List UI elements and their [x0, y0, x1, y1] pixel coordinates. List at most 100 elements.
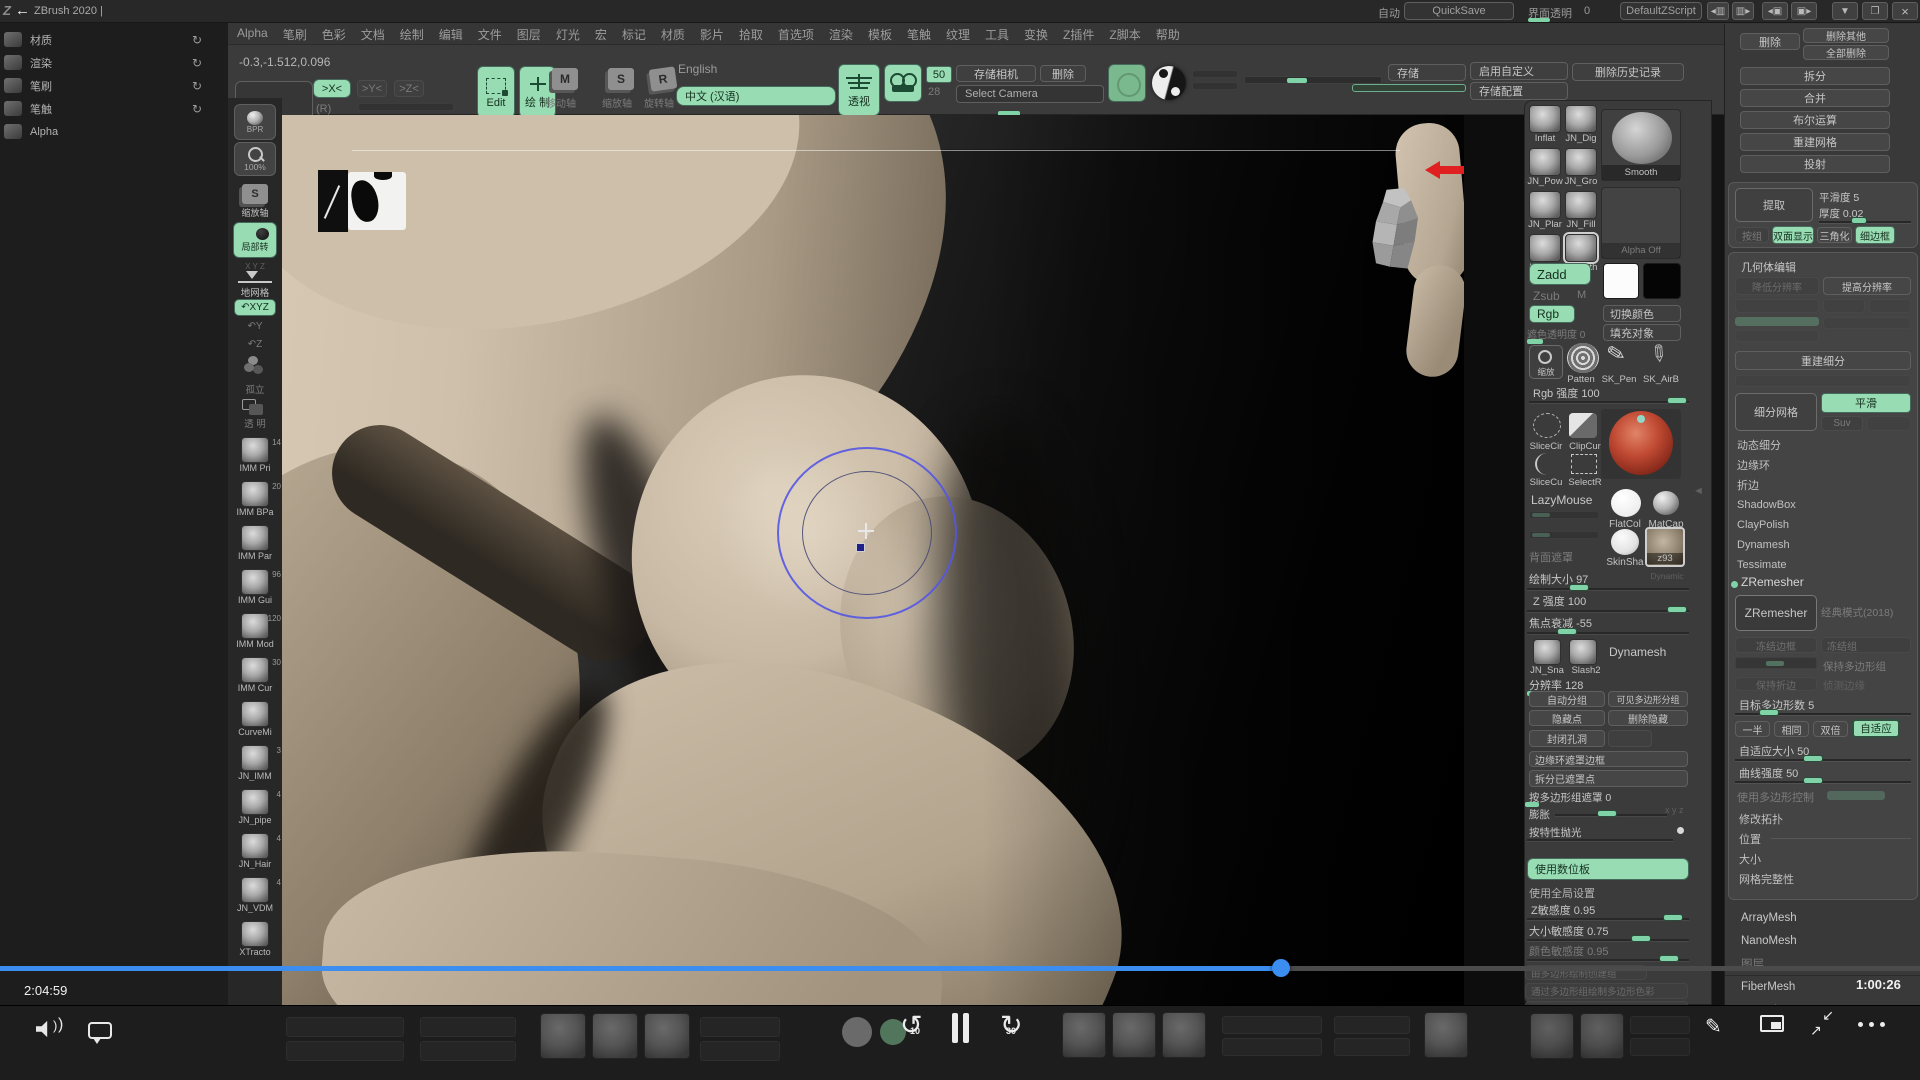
imm-brush-item[interactable]: 120 IMM Mod — [228, 613, 282, 655]
video-progress-knob[interactable] — [1272, 959, 1290, 977]
geometry-subpalette-item[interactable]: ClayPolish — [1729, 515, 1917, 535]
brush-grid-item[interactable]: JN_Fill — [1563, 189, 1599, 230]
menu-item[interactable]: 文档 — [361, 26, 385, 43]
menu-item[interactable]: 笔触 — [907, 26, 931, 43]
transparent-icon[interactable] — [242, 399, 256, 410]
rgb-intensity-handle[interactable] — [1667, 397, 1687, 404]
imm-brush-item[interactable]: IMM Par — [228, 525, 282, 567]
inflate-handle[interactable] — [1597, 810, 1617, 817]
blurred-button[interactable] — [1608, 730, 1652, 747]
subtool-action-button[interactable]: 拆分 — [1740, 67, 1890, 85]
use-tablet-button[interactable]: 使用数位板 — [1527, 858, 1689, 880]
split-masked-button[interactable]: 拆分已遮罩点 — [1529, 770, 1688, 787]
blurred-thumb[interactable] — [1530, 1013, 1574, 1059]
sk-airbrush-icon[interactable]: ✎ — [1643, 338, 1674, 370]
brush-grid-item[interactable]: JN_Plar — [1527, 189, 1563, 230]
size-sens-track[interactable] — [1527, 939, 1689, 941]
blurred-icon[interactable] — [842, 1017, 872, 1047]
size-sens-handle[interactable] — [1631, 935, 1651, 942]
same-button[interactable]: 相同 — [1774, 721, 1809, 737]
adaptive-size-track[interactable] — [1735, 759, 1911, 761]
imm-brush-item[interactable]: 14 IMM Pri — [228, 437, 282, 479]
viewport-canvas[interactable] — [282, 115, 1464, 1005]
zoom-tool-button[interactable]: 缩放 — [1529, 345, 1563, 379]
blurred-button[interactable] — [1867, 416, 1911, 431]
dock-row[interactable]: 渲染 ↻ — [0, 51, 228, 74]
sym-y-button[interactable]: >Y< — [357, 80, 387, 97]
imm-brush-item[interactable]: 4 JN_Hair — [228, 833, 282, 875]
curves-strength-handle[interactable] — [1803, 777, 1823, 784]
pause-button[interactable] — [950, 1013, 972, 1043]
blurred-thumb[interactable] — [644, 1013, 690, 1059]
scale-doc-button[interactable]: S — [242, 184, 268, 204]
brush-grid-item[interactable]: JN_Pow — [1527, 146, 1563, 187]
refresh-icon[interactable]: ↻ — [192, 79, 202, 93]
store-camera-button[interactable]: 存储相机 — [956, 65, 1036, 82]
menu-item[interactable]: 变换 — [1024, 26, 1048, 43]
blurred-button[interactable] — [1735, 375, 1911, 387]
rotate-y-button[interactable]: ↶Y — [240, 321, 270, 332]
blurred-thumb[interactable] — [592, 1013, 638, 1059]
by-group-button[interactable]: 按组 — [1735, 227, 1769, 243]
dock-row[interactable]: 笔刷 ↻ — [0, 74, 228, 97]
collapse-arrow-icon[interactable]: ◄ — [1693, 485, 1704, 497]
divider-right-icon[interactable]: ▥▸ — [1732, 2, 1754, 20]
camera-button[interactable] — [884, 64, 922, 102]
geometry-subpalette-item[interactable]: ShadowBox — [1729, 495, 1917, 515]
move-button[interactable]: M — [552, 68, 578, 90]
edit-button[interactable]: Edit — [477, 66, 515, 118]
menu-item[interactable]: 文件 — [478, 26, 502, 43]
blurred-slider[interactable] — [358, 103, 454, 111]
menu-item[interactable]: 拾取 — [739, 26, 763, 43]
draw-size-handle[interactable] — [1569, 584, 1589, 591]
zsub-button[interactable]: Zsub — [1533, 289, 1560, 303]
use-global-button[interactable]: 使用全局设置 — [1529, 885, 1595, 901]
color-swatch-primary[interactable] — [1603, 263, 1639, 299]
imm-brush-item[interactable]: 30 IMM Cur — [228, 657, 282, 699]
color-sens-handle[interactable] — [1659, 955, 1679, 962]
material-sphere[interactable] — [1152, 66, 1186, 100]
menu-item[interactable]: 渲染 — [829, 26, 853, 43]
matcap-z93-selected[interactable]: z93 — [1645, 527, 1685, 567]
keep-groups-button[interactable]: 保持多边形组 — [1823, 659, 1886, 674]
freeze-groups-button[interactable]: 冻结组 — [1821, 637, 1911, 653]
menu-item[interactable]: 图层 — [517, 26, 541, 43]
curves-strength-track[interactable] — [1735, 781, 1911, 783]
adaptive-button[interactable]: 自适应 — [1852, 719, 1900, 738]
menu-item[interactable]: 工具 — [985, 26, 1009, 43]
jn-sna-icon[interactable] — [1533, 639, 1561, 665]
blurred-button[interactable] — [700, 1041, 780, 1061]
rgb-intensity-track[interactable] — [1529, 401, 1689, 403]
solo-icon[interactable] — [244, 363, 254, 372]
selectr-icon[interactable] — [1571, 454, 1597, 474]
adaptive-size-handle[interactable] — [1803, 755, 1823, 762]
blurred-button[interactable] — [286, 1041, 404, 1061]
restore-button[interactable]: ❐ — [1862, 2, 1888, 20]
blurred-slider[interactable] — [1529, 511, 1599, 519]
imm-brush-item[interactable]: XTracto — [228, 921, 282, 963]
forward-30-button[interactable]: ↻ 30 — [998, 1014, 1030, 1048]
blurred-slider[interactable] — [1244, 76, 1382, 84]
draw-size-track[interactable] — [1527, 588, 1689, 590]
blurred-button[interactable] — [1869, 299, 1911, 313]
perspective-button[interactable]: 透视 — [838, 64, 880, 116]
auto-groups-button[interactable]: 自动分组 — [1529, 691, 1605, 707]
more-options-icon[interactable] — [1858, 1020, 1890, 1028]
menu-item[interactable]: 纹理 — [946, 26, 970, 43]
menu-item[interactable]: Alpha — [237, 26, 268, 43]
detect-edges-button[interactable]: 侦测边缘 — [1823, 678, 1865, 693]
z-intensity-track[interactable] — [1527, 610, 1689, 612]
blurred-button[interactable] — [700, 1017, 780, 1037]
menu-item[interactable]: 材质 — [661, 26, 685, 43]
imm-brush-item[interactable]: 20 IMM BPa — [228, 481, 282, 523]
flatcol-sphere[interactable] — [1611, 489, 1641, 517]
slicecu-icon[interactable] — [1535, 453, 1559, 475]
annotate-pencil-icon[interactable]: ✎ — [1705, 1014, 1722, 1039]
brush-grid-item[interactable]: Inflat — [1527, 103, 1563, 144]
blurred-button[interactable] — [1334, 1016, 1410, 1034]
menu-item[interactable]: Z脚本 — [1109, 26, 1140, 43]
rebuild-subdiv-button[interactable]: 重建细分 — [1735, 351, 1911, 370]
modify-topology-item[interactable]: 修改拓扑 — [1739, 811, 1783, 827]
shrink-icon[interactable]: ↙ ↗ — [1810, 1010, 1834, 1036]
blurred-thumb[interactable] — [1580, 1013, 1624, 1059]
